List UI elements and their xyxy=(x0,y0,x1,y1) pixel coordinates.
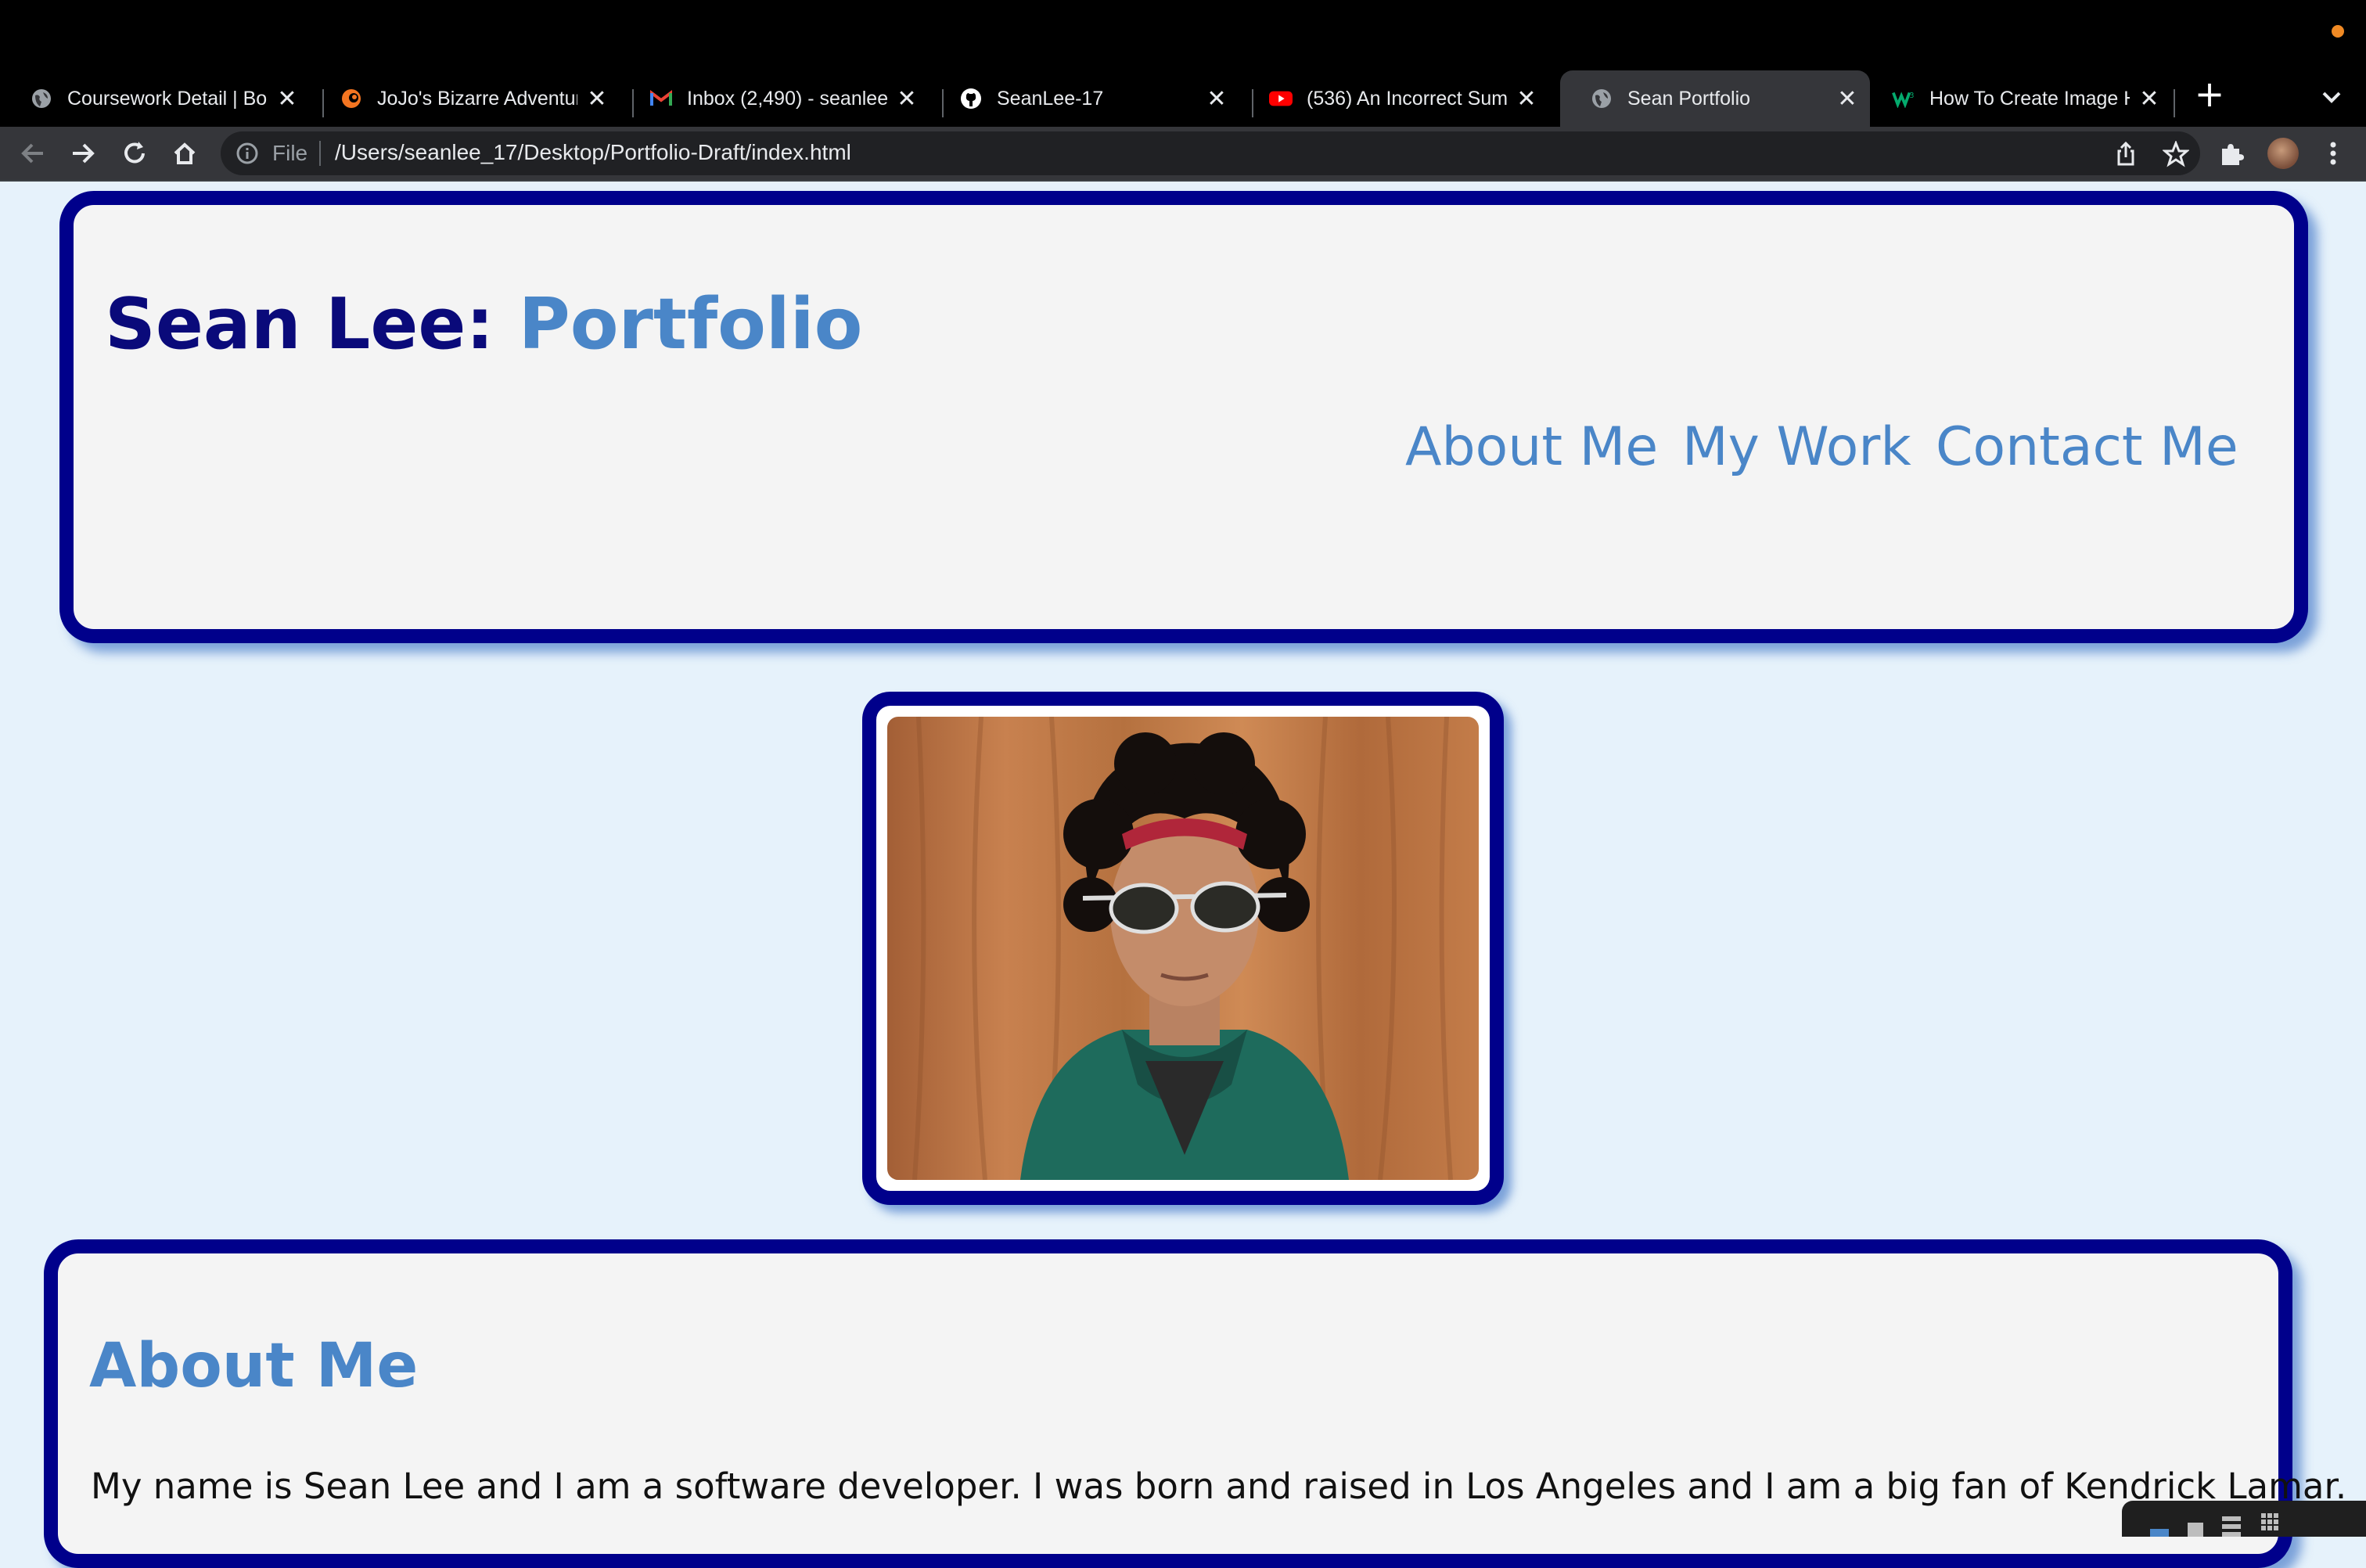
window-titlebar xyxy=(0,0,2366,63)
tab-search-chevron-icon[interactable] xyxy=(2316,81,2347,113)
url-text[interactable]: /Users/seanlee_17/Desktop/Portfolio-Draf… xyxy=(335,140,851,165)
tab-strip: Coursework Detail | Bootcamp ✕ JoJo's Bi… xyxy=(0,63,2366,127)
tab-title: Sean Portfolio xyxy=(1627,87,1751,110)
close-icon[interactable]: ✕ xyxy=(1205,85,1228,113)
tab-youtube[interactable]: (536) An Incorrect Summary ✕ xyxy=(1239,70,1549,127)
page-title: Sean Lee: Portfolio xyxy=(105,282,862,368)
close-icon[interactable]: ✕ xyxy=(2138,85,2161,113)
close-icon[interactable]: ✕ xyxy=(275,85,299,113)
crunchyroll-icon xyxy=(340,87,363,110)
star-icon[interactable] xyxy=(2162,139,2190,167)
back-button[interactable] xyxy=(17,138,49,169)
globe-icon xyxy=(1590,87,1613,110)
close-icon[interactable]: ✕ xyxy=(585,85,609,113)
share-icon[interactable] xyxy=(2112,141,2139,167)
tab-title: Inbox (2,490) - seanlee xyxy=(687,87,887,110)
tab-divider xyxy=(2174,89,2175,117)
tab-github[interactable]: SeanLee-17 ✕ xyxy=(930,70,1239,127)
forward-button[interactable] xyxy=(67,138,99,169)
about-paragraph: My name is Sean Lee and I am a software … xyxy=(91,1466,2347,1507)
profile-photo-frame xyxy=(862,692,1504,1205)
profile-photo xyxy=(887,717,1479,1180)
tab-title: JoJo's Bizarre Adventure xyxy=(377,87,577,110)
new-tab-button[interactable]: + xyxy=(2191,75,2228,113)
youtube-icon xyxy=(1269,87,1293,110)
close-icon[interactable]: ✕ xyxy=(895,85,919,113)
nav-link-about-me[interactable]: About Me xyxy=(1405,410,1658,485)
close-icon[interactable]: ✕ xyxy=(1836,85,1859,113)
tab-title: How To Create Image Hover xyxy=(1929,87,2130,110)
nav-link-my-work[interactable]: My Work xyxy=(1682,410,1911,485)
scheme-label: File xyxy=(272,141,308,165)
tab-title: (536) An Incorrect Summary xyxy=(1307,87,1507,110)
tab-sean-portfolio[interactable]: Sean Portfolio ✕ xyxy=(1560,70,1870,127)
home-icon xyxy=(174,142,196,164)
globe-icon xyxy=(30,87,53,110)
svg-text:3: 3 xyxy=(1910,92,1915,100)
tab-jojo[interactable]: JoJo's Bizarre Adventure ✕ xyxy=(310,70,620,127)
arrow-left-icon xyxy=(21,143,43,164)
reload-button[interactable] xyxy=(119,138,150,169)
arrow-right-icon xyxy=(73,143,95,164)
tab-gmail[interactable]: Inbox (2,490) - seanlee ✕ xyxy=(620,70,930,127)
github-icon xyxy=(959,87,983,110)
w3-icon: 3 xyxy=(1892,87,1915,110)
home-button[interactable] xyxy=(169,138,200,169)
reload-icon xyxy=(124,142,145,164)
info-icon[interactable] xyxy=(235,141,260,166)
gmail-icon xyxy=(649,87,673,110)
nav-link-contact-me[interactable]: Contact Me xyxy=(1936,410,2238,485)
profile-avatar[interactable] xyxy=(2267,138,2299,169)
title-accent: Portfolio xyxy=(518,283,863,365)
browser-toolbar: File /Users/seanlee_17/Desktop/Portfolio… xyxy=(0,127,2366,180)
extensions-puzzle-icon[interactable] xyxy=(2216,138,2247,169)
toolbar-divider xyxy=(0,180,2366,182)
close-icon[interactable]: ✕ xyxy=(1515,85,1538,113)
tab-title: Coursework Detail | Bootcamp xyxy=(67,87,268,110)
address-bar[interactable]: File /Users/seanlee_17/Desktop/Portfolio… xyxy=(221,131,2200,175)
kebab-menu-icon[interactable] xyxy=(2317,138,2349,169)
tab-coursework[interactable]: Coursework Detail | Bootcamp ✕ xyxy=(0,70,310,127)
recording-indicator-icon xyxy=(2332,25,2344,38)
tab-title: SeanLee-17 xyxy=(997,87,1104,110)
tab-w3schools[interactable]: 3 How To Create Image Hover ✕ xyxy=(1862,70,2172,127)
address-divider xyxy=(319,141,321,166)
window-layout-widget[interactable] xyxy=(2122,1501,2366,1537)
about-heading: About Me xyxy=(89,1331,419,1401)
title-name: Sean Lee: xyxy=(105,283,519,365)
